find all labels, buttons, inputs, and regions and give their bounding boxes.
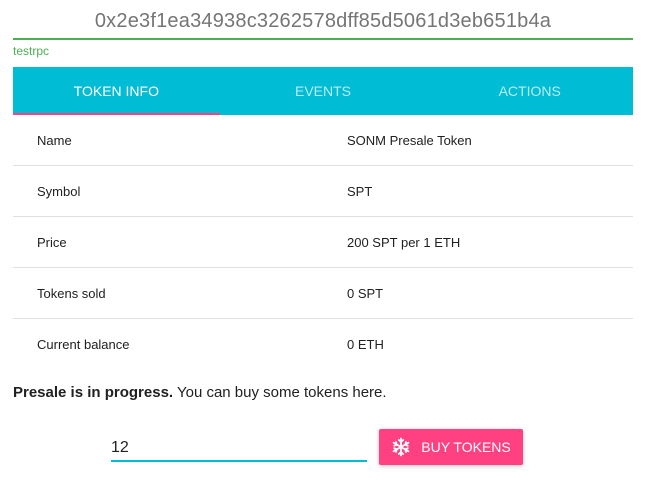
row-value: SPT <box>347 184 373 199</box>
tab-bar: TOKEN INFO EVENTS ACTIONS <box>13 67 633 115</box>
buy-tokens-button[interactable]: BUY TOKENS <box>379 429 523 465</box>
table-row: Symbol SPT <box>13 166 633 217</box>
tab-label: EVENTS <box>295 83 352 99</box>
address-field[interactable]: 0x2e3f1ea34938c3262578dff85d5061d3eb651b… <box>13 0 633 40</box>
row-value: 0 ETH <box>347 337 384 352</box>
tab-label: TOKEN INFO <box>73 83 159 99</box>
tab-actions[interactable]: ACTIONS <box>426 67 633 115</box>
row-key: Tokens sold <box>37 286 106 301</box>
presale-status: Presale is in progress. You can buy some… <box>13 384 387 401</box>
table-row: Tokens sold 0 SPT <box>13 268 633 319</box>
table-row: Price 200 SPT per 1 ETH <box>13 217 633 268</box>
presale-status-text: You can buy some tokens here. <box>173 384 387 401</box>
network-label: testrpc <box>13 44 50 58</box>
table-row: Current balance 0 ETH <box>13 319 633 369</box>
row-key: Price <box>37 235 67 250</box>
table-row: Name SONM Presale Token <box>13 115 633 166</box>
contract-address: 0x2e3f1ea34938c3262578dff85d5061d3eb651b… <box>94 10 552 32</box>
buy-tokens-label: BUY TOKENS <box>421 439 511 455</box>
token-amount-input[interactable] <box>111 436 367 462</box>
tab-label: ACTIONS <box>498 83 561 99</box>
token-info-table: Name SONM Presale Token Symbol SPT Price… <box>13 115 633 369</box>
tab-events[interactable]: EVENTS <box>220 67 427 115</box>
snowflake-icon <box>391 437 411 457</box>
row-key: Current balance <box>37 337 130 352</box>
row-value: 0 SPT <box>347 286 384 301</box>
row-value: 200 SPT per 1 ETH <box>347 235 461 250</box>
tab-token-info[interactable]: TOKEN INFO <box>13 67 220 115</box>
row-key: Name <box>37 133 72 148</box>
row-value: SONM Presale Token <box>347 133 472 148</box>
row-key: Symbol <box>37 184 81 199</box>
presale-status-bold: Presale is in progress. <box>13 384 174 401</box>
